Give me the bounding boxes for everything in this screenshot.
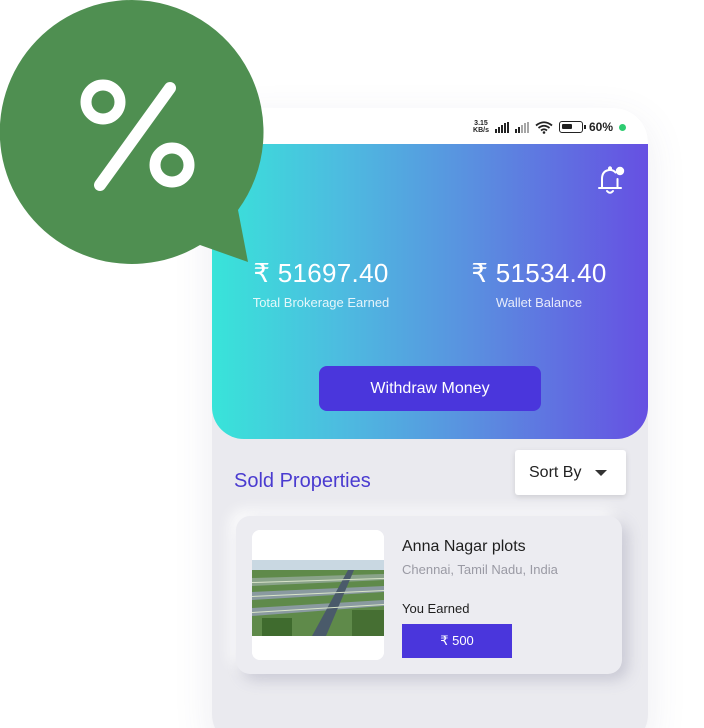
status-bar: 5 3.15 KB/s <box>212 108 648 144</box>
wallet-balance-label: Wallet Balance <box>495 295 583 310</box>
you-earned-label: You Earned <box>402 601 470 616</box>
earned-amount-badge: ₹ 500 <box>402 624 512 658</box>
property-name: Anna Nagar plots <box>402 538 526 555</box>
signal-2-icon <box>514 121 529 133</box>
property-location: Chennai, Tamil Nadu, India <box>402 562 558 577</box>
battery-icon <box>558 121 586 133</box>
network-speed-unit: KB/s <box>473 127 489 134</box>
property-image <box>252 530 384 660</box>
network-speed-value: 3.15 <box>474 120 488 127</box>
sort-by-label: Sort By <box>529 463 582 481</box>
app-stage: 5 3.15 KB/s <box>0 0 704 728</box>
wallet-balance-value: ₹ 51534.40 <box>471 258 607 288</box>
withdraw-money-button[interactable]: Withdraw Money <box>319 366 541 411</box>
sold-properties-title: Sold Properties <box>234 470 371 492</box>
signal-1-icon <box>494 121 509 133</box>
status-dot-icon <box>619 123 626 131</box>
status-icons: 3.15 KB/s 60% <box>473 120 626 134</box>
network-speed: 3.15 KB/s <box>473 120 489 134</box>
sort-by-dropdown[interactable]: Sort By <box>515 450 626 495</box>
notification-bell-icon[interactable] <box>594 164 626 198</box>
wallet-balance: ₹ 51534.40 Wallet Balance <box>444 258 634 310</box>
property-card[interactable]: Anna Nagar plots Chennai, Tamil Nadu, In… <box>236 516 622 674</box>
wifi-icon <box>535 120 553 134</box>
balance-header: ₹ 51697.40 Total Brokerage Earned ₹ 5153… <box>212 144 648 439</box>
total-brokerage-label: Total Brokerage Earned <box>252 295 390 310</box>
battery-percent: 60% <box>588 120 613 134</box>
percent-badge-icon <box>0 0 264 264</box>
chevron-down-icon <box>595 469 608 476</box>
phone-screen: 5 3.15 KB/s <box>212 108 648 728</box>
